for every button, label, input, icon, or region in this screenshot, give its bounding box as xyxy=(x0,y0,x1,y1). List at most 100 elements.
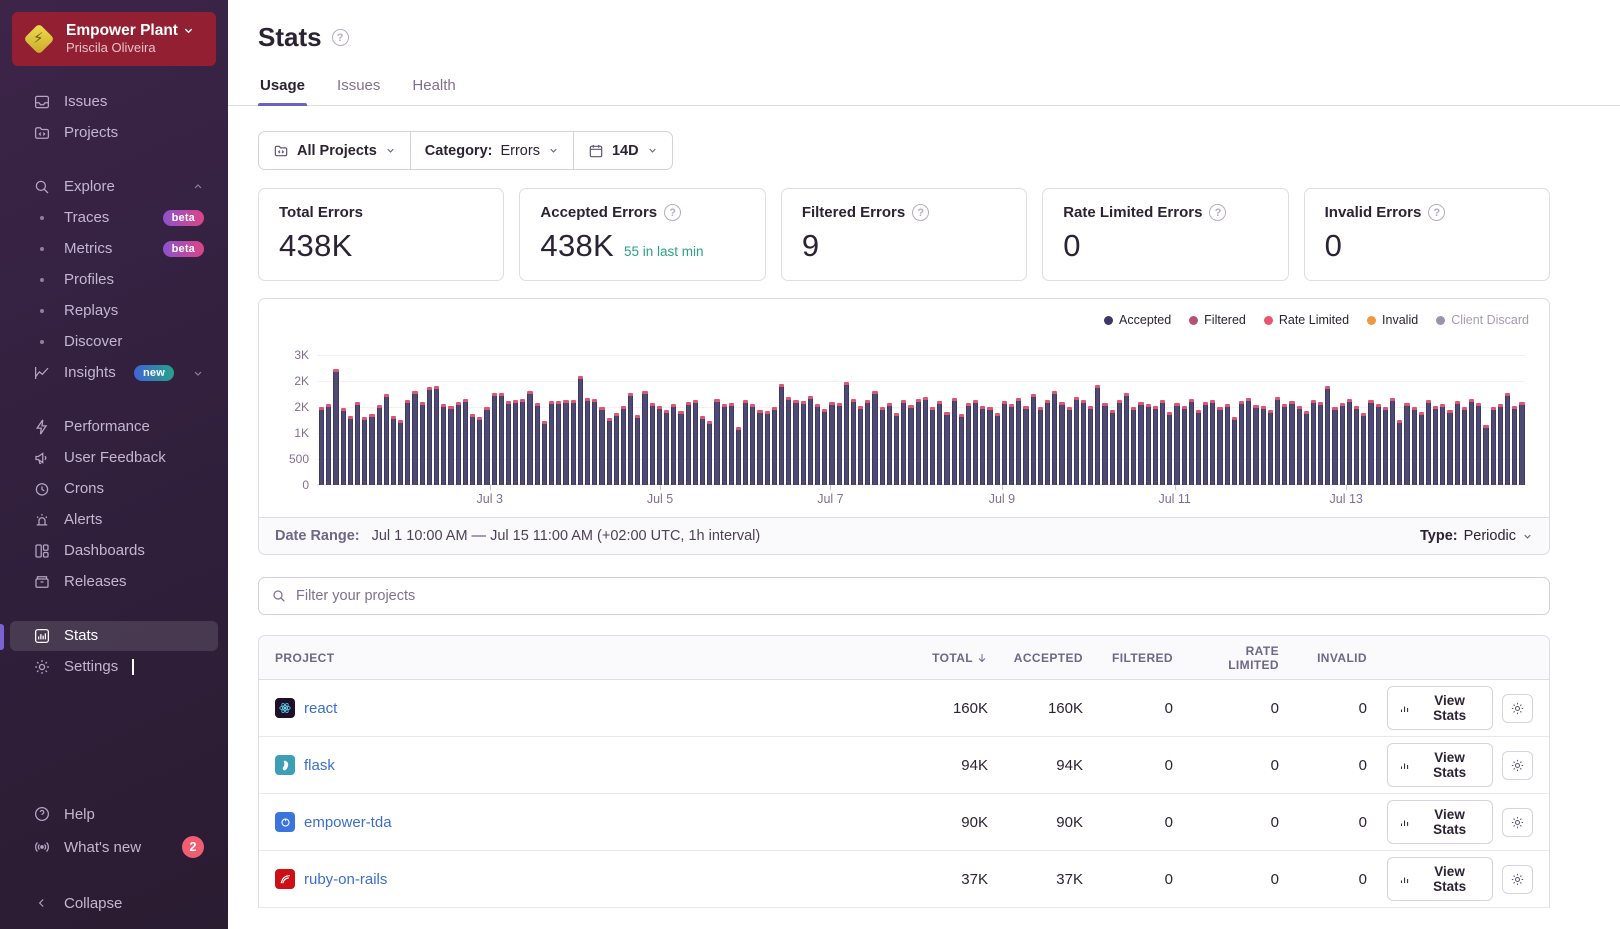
help-circle-icon[interactable]: ? xyxy=(1428,204,1445,221)
bar-chart-icon xyxy=(32,627,52,645)
chart-bar xyxy=(1397,420,1402,485)
sidebar-item-profiles[interactable]: Profiles xyxy=(10,265,218,295)
category-selector[interactable]: Category: Errors xyxy=(410,132,573,169)
project-link[interactable]: react xyxy=(304,700,337,717)
legend-item-rate-limited[interactable]: Rate Limited xyxy=(1264,313,1349,327)
view-stats-button[interactable]: View Stats xyxy=(1387,743,1493,787)
sidebar-item-settings[interactable]: Settings xyxy=(10,652,218,682)
project-settings-button[interactable] xyxy=(1502,808,1533,837)
column-filtered[interactable]: FILTERED xyxy=(1093,651,1183,665)
y-axis-label: 1K xyxy=(294,426,309,440)
view-stats-button[interactable]: View Stats xyxy=(1387,686,1493,730)
sidebar-item-whats-new[interactable]: What's new 2 xyxy=(10,830,218,864)
column-invalid[interactable]: INVALID xyxy=(1289,651,1377,665)
help-circle-icon[interactable]: ? xyxy=(664,204,681,221)
active-accent-bar xyxy=(0,624,4,650)
date-period-selector[interactable]: 14D xyxy=(573,132,672,169)
chart-type-selector[interactable]: Type: Periodic xyxy=(1420,528,1533,544)
folder-icon xyxy=(273,143,289,159)
project-selector[interactable]: All Projects xyxy=(259,132,410,169)
sidebar-item-replays[interactable]: Replays xyxy=(10,296,218,326)
date-range-label: Date Range: xyxy=(275,528,360,544)
react-platform-icon xyxy=(275,698,295,718)
column-total[interactable]: TOTAL xyxy=(906,651,998,665)
chart-bar xyxy=(916,399,921,485)
project-filter xyxy=(258,577,1550,615)
sidebar-item-help[interactable]: Help xyxy=(10,799,218,829)
legend-item-filtered[interactable]: Filtered xyxy=(1189,313,1246,327)
tab-health[interactable]: Health xyxy=(410,71,457,105)
chart-bar xyxy=(1196,410,1201,485)
y-axis-label: 0 xyxy=(302,478,309,492)
chart-bar xyxy=(1368,400,1373,485)
legend-item-accepted[interactable]: Accepted xyxy=(1104,313,1171,327)
chart-bar xyxy=(1002,401,1007,485)
sidebar-item-releases[interactable]: Releases xyxy=(10,567,218,597)
card-value: 438K xyxy=(540,228,614,264)
sidebar-item-crons[interactable]: Crons xyxy=(10,474,218,504)
chart-bar xyxy=(1289,401,1294,485)
chart-bar xyxy=(1052,391,1057,485)
chart-bar xyxy=(477,417,482,485)
chart-bar xyxy=(607,418,612,485)
chart-bar xyxy=(1146,404,1151,485)
sidebar-item-projects[interactable]: Projects xyxy=(10,118,218,148)
chevron-down-icon[interactable] xyxy=(192,367,204,379)
x-axis-label: Jul 11 xyxy=(1158,492,1190,506)
project-settings-button[interactable] xyxy=(1502,751,1533,780)
rate-limited-value: 0 xyxy=(1183,814,1289,831)
project-settings-button[interactable] xyxy=(1502,694,1533,723)
card-invalid-errors: Invalid Errors? 0 xyxy=(1304,188,1550,281)
legend-item-client-discard[interactable]: Client Discard xyxy=(1436,313,1529,327)
column-accepted[interactable]: ACCEPTED xyxy=(998,651,1093,665)
sidebar-item-metrics[interactable]: Metrics beta xyxy=(10,234,218,264)
legend-dot xyxy=(1104,316,1113,325)
chevron-down-icon xyxy=(647,145,658,156)
column-project: PROJECT xyxy=(259,651,906,665)
help-circle-icon[interactable]: ? xyxy=(332,29,349,46)
chart-bar xyxy=(1239,401,1244,485)
chart-bars[interactable] xyxy=(319,355,1525,485)
project-settings-button[interactable] xyxy=(1502,865,1533,894)
chart-bar xyxy=(872,391,877,485)
page-filter-bar: All Projects Category: Errors 14D xyxy=(258,131,673,170)
help-circle-icon[interactable]: ? xyxy=(1209,204,1226,221)
sidebar-item-performance[interactable]: Performance xyxy=(10,412,218,442)
sidebar-item-insights[interactable]: Insights new xyxy=(10,358,218,388)
project-link[interactable]: ruby-on-rails xyxy=(304,871,387,888)
view-stats-button[interactable]: View Stats xyxy=(1387,800,1493,844)
sidebar-item-issues[interactable]: Issues xyxy=(10,87,218,117)
view-stats-button[interactable]: View Stats xyxy=(1387,857,1493,901)
legend-item-invalid[interactable]: Invalid xyxy=(1367,313,1418,327)
project-link[interactable]: empower-tda xyxy=(304,814,392,831)
project-link[interactable]: flask xyxy=(304,757,335,774)
sidebar-item-discover[interactable]: Discover xyxy=(10,327,218,357)
sidebar-item-alerts[interactable]: Alerts xyxy=(10,505,218,535)
rails-platform-icon xyxy=(275,869,295,889)
chart-bar xyxy=(614,413,619,485)
chart-bar xyxy=(1167,412,1172,485)
project-filter-input[interactable] xyxy=(296,588,1537,604)
help-circle-icon[interactable]: ? xyxy=(912,204,929,221)
column-rate-limited[interactable]: RATE LIMITED xyxy=(1183,644,1289,672)
projects-table: PROJECT TOTAL ACCEPTED FILTERED RATE LIM… xyxy=(258,635,1550,908)
sidebar-item-stats[interactable]: Stats xyxy=(10,621,218,651)
org-switcher[interactable]: ⚡ Empower Plant Priscila Oliveira xyxy=(12,12,216,66)
chart-bar xyxy=(470,414,475,485)
project-selector-label: All Projects xyxy=(297,143,377,159)
tab-issues[interactable]: Issues xyxy=(335,71,382,105)
tab-usage[interactable]: Usage xyxy=(258,71,307,105)
sidebar-item-user-feedback[interactable]: User Feedback xyxy=(10,443,218,473)
sidebar-item-traces[interactable]: Traces beta xyxy=(10,203,218,233)
sidebar-collapse-button[interactable]: Collapse xyxy=(10,888,218,918)
filtered-value: 0 xyxy=(1093,814,1183,831)
chart-bar xyxy=(1297,406,1302,485)
beta-badge: beta xyxy=(163,241,204,257)
sidebar-item-label: Settings xyxy=(64,658,118,675)
total-value: 90K xyxy=(906,814,998,831)
sidebar-item-dashboards[interactable]: Dashboards xyxy=(10,536,218,566)
chart-bar xyxy=(499,393,504,485)
sidebar-item-explore[interactable]: Explore xyxy=(10,172,218,202)
table-row: empower-tda 90K 90K 0 0 0 View Stats xyxy=(259,794,1549,851)
chevron-up-icon[interactable] xyxy=(192,181,204,193)
